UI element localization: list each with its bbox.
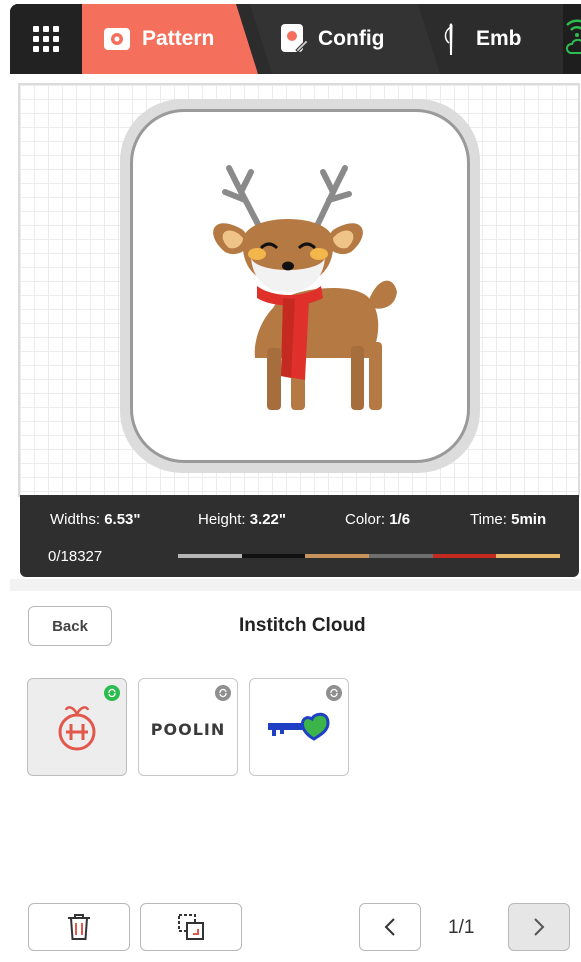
- needle-icon: [442, 21, 460, 57]
- stitch-count: 0/18327: [48, 548, 103, 565]
- hoop-inner-area: [130, 109, 470, 463]
- cloud-panel: Back Institch Cloud POOLIN 1/1: [10, 579, 581, 962]
- design-info-bar: Widths: 6.53" Height: 3.22" Color: 1/6 T…: [20, 495, 579, 577]
- width-value: 6.53": [104, 511, 141, 528]
- time-info: Time: 5min: [470, 511, 546, 528]
- thread-color-segment: [178, 554, 242, 558]
- design-canvas[interactable]: [18, 83, 580, 497]
- tab-config[interactable]: Config: [250, 4, 440, 74]
- page-indicator: 1/1: [448, 917, 475, 938]
- width-info: Widths: 6.53": [50, 511, 141, 528]
- thread-color-segment: [496, 554, 561, 558]
- thread-color-segment: [305, 554, 370, 558]
- panel-title: Institch Cloud: [239, 615, 366, 636]
- top-navigation-bar: Pattern Config Emb: [10, 4, 581, 74]
- color-label: Color:: [345, 511, 386, 528]
- copy-icon: [178, 914, 204, 940]
- thread-color-segment: [241, 554, 306, 558]
- width-label: Widths:: [50, 511, 101, 528]
- tab-emb-label: Emb: [476, 27, 522, 50]
- sync-icon: [104, 685, 120, 701]
- poolin-logo-text: POOLIN: [150, 719, 226, 739]
- height-label: Height:: [198, 511, 246, 528]
- thread-color-segment: [432, 554, 497, 558]
- cloud-item-tomato[interactable]: [27, 678, 127, 776]
- grid-icon: [33, 26, 59, 52]
- tomato-logo-icon: [58, 706, 96, 751]
- next-page-button[interactable]: [508, 903, 570, 951]
- tab-emb[interactable]: Emb: [420, 4, 560, 74]
- delete-button[interactable]: [28, 903, 130, 951]
- thread-color-segment: [369, 554, 433, 558]
- prev-page-button[interactable]: [359, 903, 421, 951]
- height-info: Height: 3.22": [198, 511, 286, 528]
- chevron-right-icon: [534, 918, 545, 936]
- connection-status[interactable]: [563, 4, 581, 74]
- pattern-icon: [102, 24, 132, 54]
- color-info: Color: 1/6: [345, 511, 410, 528]
- trash-icon: [68, 914, 90, 940]
- embroidery-hoop: [120, 99, 480, 473]
- height-value: 3.22": [249, 511, 287, 528]
- tab-config-label: Config: [318, 27, 385, 50]
- color-value: 1/6: [389, 511, 411, 528]
- chevron-left-icon: [384, 918, 395, 936]
- cloud-item-key[interactable]: [249, 678, 349, 776]
- sync-icon: [326, 685, 342, 701]
- back-button[interactable]: Back: [28, 606, 112, 646]
- tab-pattern[interactable]: Pattern: [82, 4, 258, 74]
- copy-button[interactable]: [140, 903, 242, 951]
- menu-grid-button[interactable]: [10, 4, 82, 74]
- reindeer-design-preview[interactable]: [133, 112, 467, 460]
- config-icon: [278, 22, 308, 56]
- time-value: 5min: [511, 511, 547, 528]
- tab-pattern-label: Pattern: [142, 27, 215, 50]
- wifi-cloud-icon: [565, 15, 581, 64]
- time-label: Time:: [470, 511, 507, 528]
- cloud-item-poolin[interactable]: POOLIN: [138, 678, 238, 776]
- key-heart-icon: [268, 712, 330, 741]
- thread-color-bar: [178, 554, 561, 558]
- sync-icon: [215, 685, 231, 701]
